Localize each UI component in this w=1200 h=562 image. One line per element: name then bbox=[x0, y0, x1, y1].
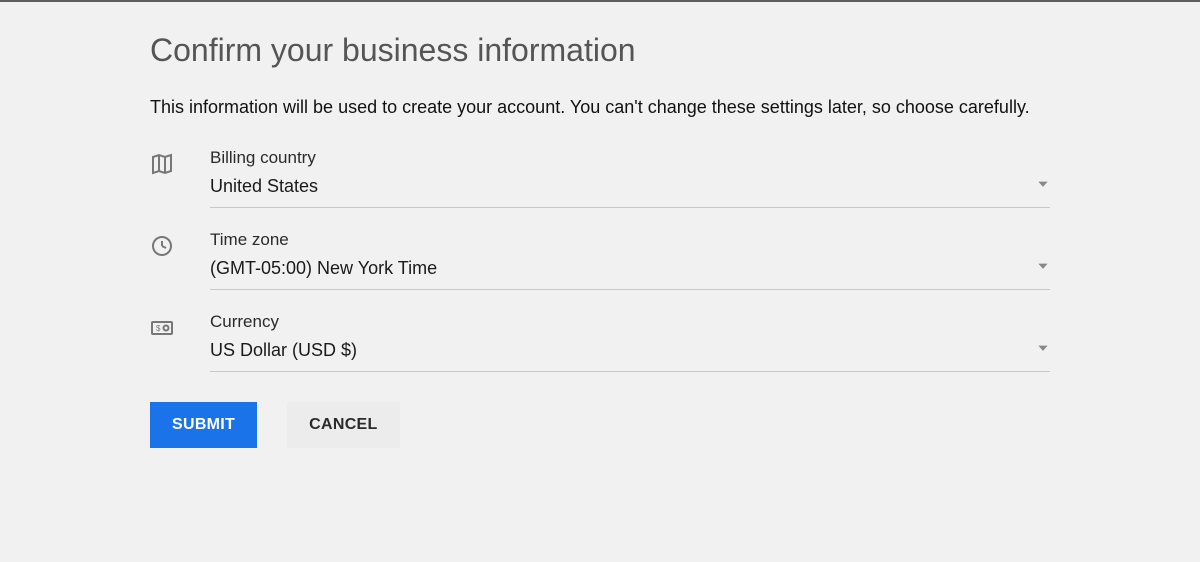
field-currency: $ Currency US Dollar (USD $) bbox=[150, 312, 1050, 372]
button-row: SUBMIT CANCEL bbox=[150, 402, 1050, 448]
map-icon bbox=[150, 148, 210, 181]
billing-country-select[interactable]: United States bbox=[210, 176, 1050, 208]
time-zone-label: Time zone bbox=[210, 230, 1050, 250]
currency-select[interactable]: US Dollar (USD $) bbox=[210, 340, 1050, 372]
field-billing-country: Billing country United States bbox=[150, 148, 1050, 208]
currency-card-icon: $ bbox=[150, 312, 210, 345]
svg-text:$: $ bbox=[156, 324, 161, 333]
currency-label: Currency bbox=[210, 312, 1050, 332]
currency-value: US Dollar (USD $) bbox=[210, 340, 357, 361]
time-zone-value: (GMT-05:00) New York Time bbox=[210, 258, 437, 279]
time-zone-select[interactable]: (GMT-05:00) New York Time bbox=[210, 258, 1050, 290]
cancel-button[interactable]: CANCEL bbox=[287, 402, 399, 448]
chevron-down-icon bbox=[1036, 177, 1050, 196]
page-title: Confirm your business information bbox=[150, 32, 1050, 69]
billing-country-value: United States bbox=[210, 176, 318, 197]
submit-button[interactable]: SUBMIT bbox=[150, 402, 257, 448]
chevron-down-icon bbox=[1036, 259, 1050, 278]
field-time-zone: Time zone (GMT-05:00) New York Time bbox=[150, 230, 1050, 290]
clock-icon bbox=[150, 230, 210, 263]
chevron-down-icon bbox=[1036, 341, 1050, 360]
page-description: This information will be used to create … bbox=[150, 97, 1050, 118]
billing-country-label: Billing country bbox=[210, 148, 1050, 168]
business-info-form: Confirm your business information This i… bbox=[0, 2, 1200, 508]
